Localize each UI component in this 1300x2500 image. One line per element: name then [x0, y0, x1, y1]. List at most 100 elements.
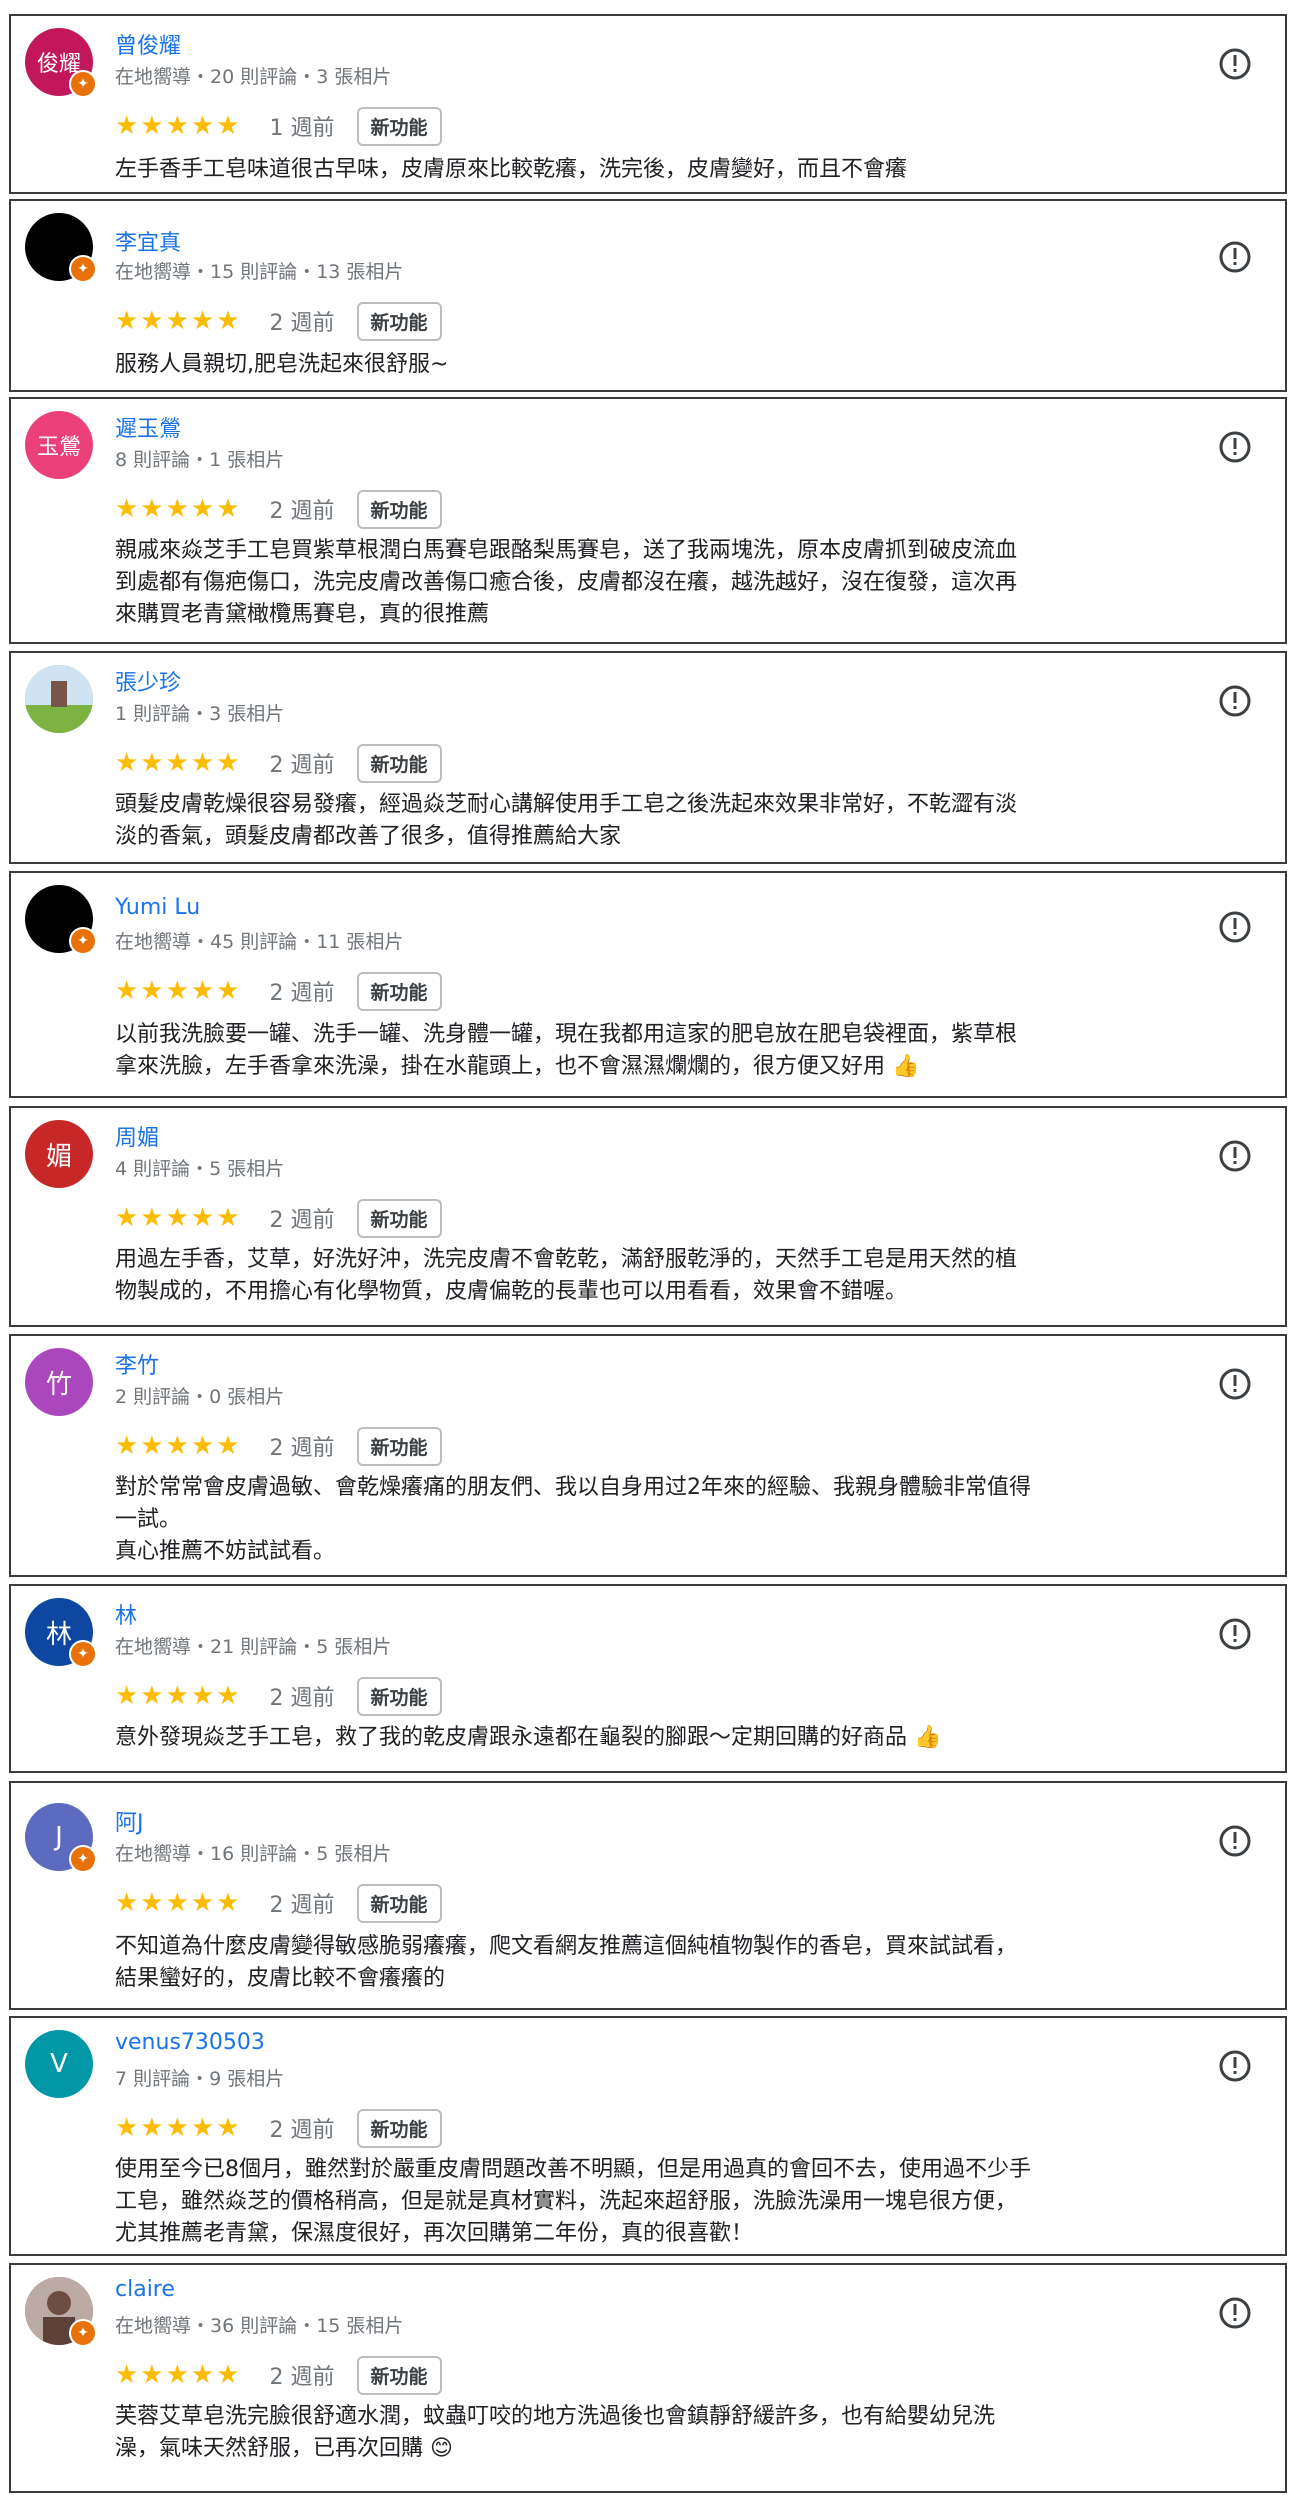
report-flag-icon[interactable]: [1217, 683, 1253, 719]
report-flag-icon[interactable]: [1217, 239, 1253, 275]
new-feature-button[interactable]: 新功能: [356, 2108, 442, 2148]
reviewer-name[interactable]: 林: [115, 1598, 137, 1630]
new-feature-button[interactable]: 新功能: [356, 1883, 442, 1923]
reviewer-name[interactable]: 遲玉鶯: [115, 411, 181, 443]
reviewer-name[interactable]: Yumi Lu: [115, 895, 200, 920]
review-text: 左手香手工皂味道很古早味，皮膚原來比較乾癢，洗完後，皮膚變好，而且不會癢: [115, 157, 908, 182]
new-feature-button[interactable]: 新功能: [356, 1426, 442, 1466]
rating-row: ★★★★★ 2 週前 新功能: [115, 2355, 442, 2395]
review-text: 對於常常會皮膚過敏、會乾燥癢痛的朋友們、我以自身用过2年來的經驗、我親身體驗非常…: [115, 1475, 1032, 1564]
review-card: 俊耀 ✦ 曾俊耀 在地嚮導・20 則評論・3 張相片 ★★★★★ 1 週前 新功…: [9, 14, 1287, 194]
review-text: 用過左手香，艾草，好洗好沖，洗完皮膚不會乾乾，滿舒服乾淨的，天然手工皂是用天然的…: [115, 1247, 1018, 1304]
avatar[interactable]: ✦: [25, 2277, 97, 2347]
avatar[interactable]: 玉鶯: [25, 411, 93, 479]
review-time: 2 週前: [269, 499, 335, 524]
review-card: ✦ 李宜真 在地嚮導・15 則評論・13 張相片 ★★★★★ 2 週前 新功能 …: [9, 199, 1287, 392]
review-text: 意外發現焱芝手工皂，救了我的乾皮膚跟永遠都在龜裂的腳跟～定期回購的好商品 👍: [115, 1725, 942, 1750]
review-text: 芙蓉艾草皂洗完臉很舒適水潤，蚊蟲叮咬的地方洗過後也會鎮靜舒緩許多，也有給嬰幼兒洗…: [115, 2404, 996, 2461]
avatar[interactable]: ✦: [25, 885, 97, 955]
avatar[interactable]: 媚: [25, 1120, 93, 1188]
review-time: 1 週前: [269, 116, 335, 141]
star-rating: ★★★★★: [115, 976, 242, 1006]
review-card: 林 ✦ 林 在地嚮導・21 則評論・5 張相片 ★★★★★ 2 週前 新功能 意…: [9, 1584, 1287, 1773]
review-time: 2 週前: [269, 981, 335, 1006]
report-flag-icon[interactable]: [1217, 909, 1253, 945]
reviewer-name[interactable]: 周媚: [115, 1120, 159, 1152]
review-text: 使用至今已8個月，雖然對於嚴重皮膚問題改善不明顯，但是用過真的會回不去，使用過不…: [115, 2157, 1032, 2246]
report-flag-icon[interactable]: [1217, 429, 1253, 465]
local-guide-badge-icon: ✦: [69, 1640, 97, 1668]
rating-row: ★★★★★ 2 週前 新功能: [115, 1883, 442, 1923]
review-text: 服務人員親切,肥皂洗起來很舒服~: [115, 352, 449, 377]
review-card: V venus730503 7 則評論・9 張相片 ★★★★★ 2 週前 新功能…: [9, 2016, 1287, 2256]
reviewer-meta: 在地嚮導・21 則評論・5 張相片: [115, 1636, 392, 1658]
reviewer-name[interactable]: venus730503: [115, 2030, 265, 2055]
review-time: 2 週前: [269, 2365, 335, 2390]
reviewer-name[interactable]: 張少珍: [115, 665, 181, 697]
rating-row: ★★★★★ 2 週前 新功能: [115, 1676, 442, 1716]
rating-row: ★★★★★ 2 週前 新功能: [115, 2108, 442, 2148]
reviewer-meta: 在地嚮導・20 則評論・3 張相片: [115, 66, 392, 88]
reviewer-meta: 8 則評論・1 張相片: [115, 449, 285, 471]
report-flag-icon[interactable]: [1217, 2295, 1253, 2331]
avatar[interactable]: ✦: [25, 213, 97, 283]
star-rating: ★★★★★: [115, 2360, 242, 2390]
reviewer-name[interactable]: 阿J: [115, 1805, 144, 1837]
reviewer-name[interactable]: claire: [115, 2277, 175, 2302]
report-flag-icon[interactable]: [1217, 1823, 1253, 1859]
review-card: J ✦ 阿J 在地嚮導・16 則評論・5 張相片 ★★★★★ 2 週前 新功能 …: [9, 1781, 1287, 2010]
reviewer-meta: 在地嚮導・16 則評論・5 張相片: [115, 1843, 392, 1865]
avatar[interactable]: V: [25, 2030, 93, 2098]
avatar[interactable]: 林 ✦: [25, 1598, 97, 1668]
new-feature-button[interactable]: 新功能: [356, 1198, 442, 1238]
review-card: 張少珍 1 則評論・3 張相片 ★★★★★ 2 週前 新功能 頭髮皮膚乾燥很容易…: [9, 651, 1287, 864]
review-text: 頭髮皮膚乾燥很容易發癢，經過焱芝耐心講解使用手工皂之後洗起來效果非常好，不乾澀有…: [115, 792, 1018, 849]
reviewer-name[interactable]: 曾俊耀: [115, 28, 181, 60]
new-feature-button[interactable]: 新功能: [356, 743, 442, 783]
local-guide-badge-icon: ✦: [69, 1845, 97, 1873]
review-card: ✦ claire 在地嚮導・36 則評論・15 張相片 ★★★★★ 2 週前 新…: [9, 2263, 1287, 2493]
reviewer-name[interactable]: 李宜真: [115, 225, 181, 257]
avatar-initial: 玉鶯: [36, 435, 81, 460]
landscape-photo-icon: [25, 665, 93, 733]
review-card: 媚 周媚 4 則評論・5 張相片 ★★★★★ 2 週前 新功能 用過左手香，艾草…: [9, 1106, 1287, 1327]
rating-row: ★★★★★ 2 週前 新功能: [115, 1426, 442, 1466]
avatar-initial: V: [50, 2049, 68, 2079]
report-flag-icon[interactable]: [1217, 46, 1253, 82]
rating-row: ★★★★★ 2 週前 新功能: [115, 301, 442, 341]
star-rating: ★★★★★: [115, 111, 242, 141]
star-rating: ★★★★★: [115, 306, 242, 336]
rating-row: ★★★★★ 2 週前 新功能: [115, 971, 442, 1011]
report-flag-icon[interactable]: [1217, 1616, 1253, 1652]
rating-row: ★★★★★ 1 週前 新功能: [115, 106, 442, 146]
new-feature-button[interactable]: 新功能: [356, 301, 442, 341]
reviewer-meta: 4 則評論・5 張相片: [115, 1158, 285, 1180]
avatar[interactable]: 俊耀 ✦: [25, 28, 97, 98]
new-feature-button[interactable]: 新功能: [356, 489, 442, 529]
reviewer-name[interactable]: 李竹: [115, 1348, 159, 1380]
avatar[interactable]: 竹: [25, 1348, 93, 1416]
report-flag-icon[interactable]: [1217, 1138, 1253, 1174]
star-rating: ★★★★★: [115, 1431, 242, 1461]
star-rating: ★★★★★: [115, 1681, 242, 1711]
avatar[interactable]: J ✦: [25, 1803, 97, 1873]
avatar-initial: 林: [45, 1619, 72, 1650]
review-time: 2 週前: [269, 1436, 335, 1461]
review-time: 2 週前: [269, 2118, 335, 2143]
reviewer-meta: 7 則評論・9 張相片: [115, 2068, 285, 2090]
avatar[interactable]: [25, 665, 93, 733]
review-time: 2 週前: [269, 1893, 335, 1918]
new-feature-button[interactable]: 新功能: [356, 106, 442, 146]
new-feature-button[interactable]: 新功能: [356, 2355, 442, 2395]
review-text: 親戚來焱芝手工皂買紫草根潤白馬賽皂跟酪梨馬賽皂，送了我兩塊洗，原本皮膚抓到破皮流…: [115, 538, 1018, 627]
new-feature-button[interactable]: 新功能: [356, 971, 442, 1011]
rating-row: ★★★★★ 2 週前 新功能: [115, 1198, 442, 1238]
review-time: 2 週前: [269, 753, 335, 778]
report-flag-icon[interactable]: [1217, 1366, 1253, 1402]
report-flag-icon[interactable]: [1217, 2048, 1253, 2084]
star-rating: ★★★★★: [115, 1203, 242, 1233]
reviewer-meta: 在地嚮導・15 則評論・13 張相片: [115, 261, 404, 283]
reviewer-meta: 在地嚮導・45 則評論・11 張相片: [115, 931, 404, 953]
new-feature-button[interactable]: 新功能: [356, 1676, 442, 1716]
review-text: 不知道為什麼皮膚變得敏感脆弱癢癢，爬文看網友推薦這個純植物製作的香皂，買來試試看…: [115, 1934, 1018, 1991]
